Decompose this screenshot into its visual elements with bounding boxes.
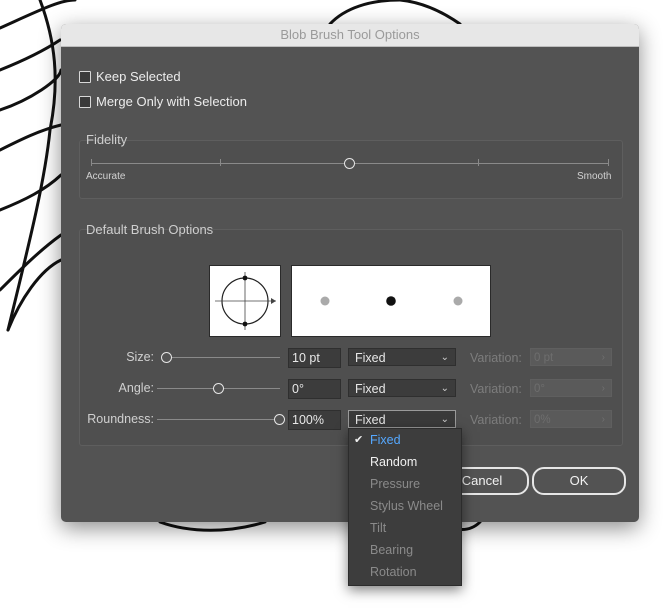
size-field[interactable]: 10 pt bbox=[288, 348, 341, 368]
chevron-right-icon: › bbox=[601, 352, 605, 363]
keep-selected-row[interactable]: Keep Selected bbox=[79, 69, 181, 84]
menu-item-label: Fixed bbox=[370, 433, 401, 447]
menu-item-random[interactable]: Random bbox=[349, 451, 461, 473]
angle-variation-field: 0° › bbox=[530, 379, 612, 397]
size-slider-track[interactable] bbox=[167, 357, 280, 358]
roundness-mode-value: Fixed bbox=[355, 413, 386, 427]
angle-field[interactable]: 0° bbox=[288, 379, 341, 399]
menu-item-bearing: Bearing bbox=[349, 539, 461, 561]
dialog-title: Blob Brush Tool Options bbox=[61, 24, 639, 47]
size-variation-label: Variation: bbox=[470, 351, 522, 365]
menu-item-rotation: Rotation bbox=[349, 561, 461, 583]
menu-item-label: Stylus Wheel bbox=[370, 499, 443, 513]
menu-item-label: Bearing bbox=[370, 543, 414, 557]
fidelity-slider-knob[interactable] bbox=[344, 158, 355, 169]
angle-mode-value: Fixed bbox=[355, 382, 386, 396]
roundness-label: Roundness: bbox=[87, 412, 154, 426]
menu-item-pressure: Pressure bbox=[349, 473, 461, 495]
menu-item-stylus-wheel: Stylus Wheel bbox=[349, 495, 461, 517]
angle-slider-knob[interactable] bbox=[212, 383, 224, 394]
checkmark-icon: ✔ bbox=[354, 434, 364, 446]
keep-selected-checkbox[interactable] bbox=[79, 70, 91, 83]
menu-item-fixed[interactable]: ✔ Fixed bbox=[349, 429, 461, 451]
size-mode-select[interactable]: Fixed ⌄ bbox=[348, 348, 456, 366]
chevron-down-icon: ⌄ bbox=[440, 352, 449, 363]
chevron-down-icon: ⌄ bbox=[440, 383, 449, 394]
menu-item-label: Pressure bbox=[370, 477, 421, 491]
roundness-variation-label: Variation: bbox=[470, 413, 522, 427]
roundness-variation-field: 0% › bbox=[530, 410, 612, 428]
fidelity-tick bbox=[220, 159, 221, 166]
blob-brush-dialog: Blob Brush Tool Options Keep Selected Me… bbox=[61, 24, 639, 586]
menu-item-label: Tilt bbox=[370, 521, 387, 535]
fidelity-smooth-label: Smooth bbox=[577, 171, 612, 182]
roundness-variation-value: 0% bbox=[534, 414, 551, 426]
fidelity-tick bbox=[478, 159, 479, 166]
menu-item-label: Rotation bbox=[370, 565, 417, 579]
merge-only-label: Merge Only with Selection bbox=[96, 94, 248, 109]
size-mode-value: Fixed bbox=[355, 351, 386, 365]
menu-item-tilt: Tilt bbox=[349, 517, 461, 539]
roundness-field[interactable]: 100% bbox=[288, 410, 341, 430]
size-slider-knob[interactable] bbox=[161, 352, 172, 363]
mode-dropdown-menu: ✔ Fixed Random Pressure Stylus Wheel Tilt Bear… bbox=[348, 428, 462, 586]
fidelity-accurate-label: Accurate bbox=[86, 171, 126, 182]
fidelity-tick bbox=[608, 159, 609, 166]
roundness-slider-track[interactable] bbox=[157, 419, 280, 420]
brush-shape-icon bbox=[215, 272, 276, 330]
keep-selected-label: Keep Selected bbox=[96, 69, 181, 84]
fidelity-tick bbox=[91, 159, 92, 166]
fidelity-group bbox=[79, 140, 623, 199]
size-label: Size: bbox=[126, 350, 154, 364]
fidelity-title: Fidelity bbox=[86, 132, 128, 147]
size-variation-field: 0 pt › bbox=[530, 348, 612, 366]
brush-size-preview bbox=[291, 265, 491, 337]
merge-only-row[interactable]: Merge Only with Selection bbox=[79, 94, 247, 109]
angle-variation-value: 0° bbox=[534, 383, 545, 395]
angle-mode-select[interactable]: Fixed ⌄ bbox=[348, 379, 456, 397]
roundness-slider-knob[interactable] bbox=[274, 414, 285, 425]
ok-button[interactable]: OK bbox=[532, 467, 626, 495]
chevron-right-icon: › bbox=[601, 383, 605, 394]
roundness-mode-select[interactable]: Fixed ⌄ bbox=[348, 410, 456, 428]
chevron-right-icon: › bbox=[601, 414, 605, 425]
brush-angle-preview[interactable] bbox=[209, 265, 281, 337]
menu-item-label: Random bbox=[370, 455, 418, 469]
angle-label: Angle: bbox=[118, 381, 154, 395]
brush-dots-icon bbox=[320, 296, 463, 306]
size-variation-value: 0 pt bbox=[534, 352, 554, 364]
merge-only-checkbox[interactable] bbox=[79, 95, 91, 108]
brush-options-title: Default Brush Options bbox=[86, 222, 214, 237]
angle-variation-label: Variation: bbox=[470, 382, 522, 396]
chevron-down-icon: ⌄ bbox=[440, 414, 449, 425]
